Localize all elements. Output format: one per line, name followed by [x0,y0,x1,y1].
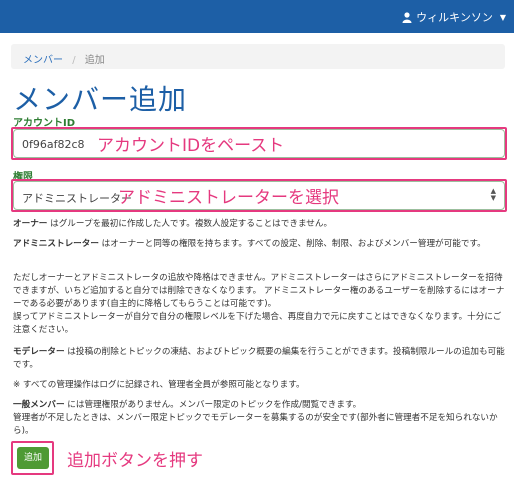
moderator-description: モデレーター は投稿の削除とトピックの凍結、およびトピック概要の編集を行うことが… [13,346,507,372]
breadcrumb-separator: / [72,55,76,66]
add-button[interactable]: 追加 [17,447,49,469]
annotation-press-add: 追加ボタンを押す [67,451,203,471]
admin-note: ただしオーナーとアドミニストレータの追放や降格はできません。アドミニストレーター… [13,273,505,335]
breadcrumb-members-link[interactable]: メンバー [23,55,63,66]
breadcrumb-current: 追加 [84,55,105,66]
user-icon [402,11,412,23]
annotation-select-admin: アドミニストレーターを選択 [118,188,339,208]
user-menu[interactable]: ウィルキンソン ▼ [402,9,506,25]
annotation-paste-id: アカウントIDをペースト [97,136,285,156]
chevron-down-icon: ▼ [499,12,506,22]
page-title: メンバー追加 [13,83,188,116]
admin-term: アドミニストレーター [13,239,99,249]
admin-description: アドミニストレーター はオーナーと同等の権限を持ちます。すべての設定、削除、制限… [13,238,507,251]
general-member-description: 一般メンバー には管理権限がありません。メンバー限定のトピックを作成/閲覧できま… [13,399,507,438]
log-note: ※ すべての管理操作はログに記録され、管理者全員が参照可能となります。 [13,380,305,390]
top-navbar: ウィルキンソン ▼ [0,0,514,33]
owner-term: オーナー [13,219,48,229]
owner-description: オーナー はグループを最初に作成した人です。複数人設定することはできません。 [13,218,507,231]
moderator-text: は投稿の削除とトピックの凍結、およびトピック概要の編集を行うことができます。投稿… [13,347,505,370]
owner-text: はグループを最初に作成した人です。複数人設定することはできません。 [47,219,333,229]
admin-text: はオーナーと同等の権限を持ちます。すべての設定、削除、制限、およびメンバー管理が… [98,239,486,249]
user-name: ウィルキンソン [416,11,493,24]
general-term: 一般メンバー [13,400,65,410]
breadcrumb: メンバー / 追加 [11,44,505,69]
moderator-term: モデレーター [13,347,65,357]
general-text: には管理権限がありません。メンバー限定のトピックを作成/閲覧できます。 管理者が… [13,400,498,436]
